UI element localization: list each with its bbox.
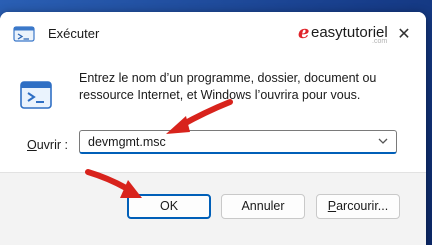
brand-mark: e [298,22,310,43]
run-dialog-icon [20,81,52,109]
browse-accel: P [327,199,337,213]
title-bar: Exécuter e easytutoriel .com ✕ [0,12,426,56]
browse-rest: arcourir... [336,199,389,213]
open-input-value[interactable]: devmgmt.msc [88,135,166,149]
close-icon[interactable]: ✕ [396,27,412,43]
brand-domain: .com [372,38,388,45]
run-app-icon [13,26,35,42]
dialog-description: Entrez le nom d’un programme, dossier, d… [79,71,377,102]
open-label: Ouvrir : [27,138,68,152]
open-combobox[interactable]: devmgmt.msc [79,130,397,154]
cancel-button[interactable]: Annuler [221,194,305,219]
open-label-rest: uvrir : [36,138,68,152]
ok-button[interactable]: OK [127,194,211,219]
open-label-accel: O [27,138,37,152]
brand-logo: e easytutoriel .com [298,22,410,46]
window-title: Exécuter [48,26,100,41]
run-dialog: Exécuter e easytutoriel .com ✕ Entrez le… [0,12,426,245]
browse-button[interactable]: Parcourir... [316,194,400,219]
chevron-down-icon[interactable] [378,137,388,145]
